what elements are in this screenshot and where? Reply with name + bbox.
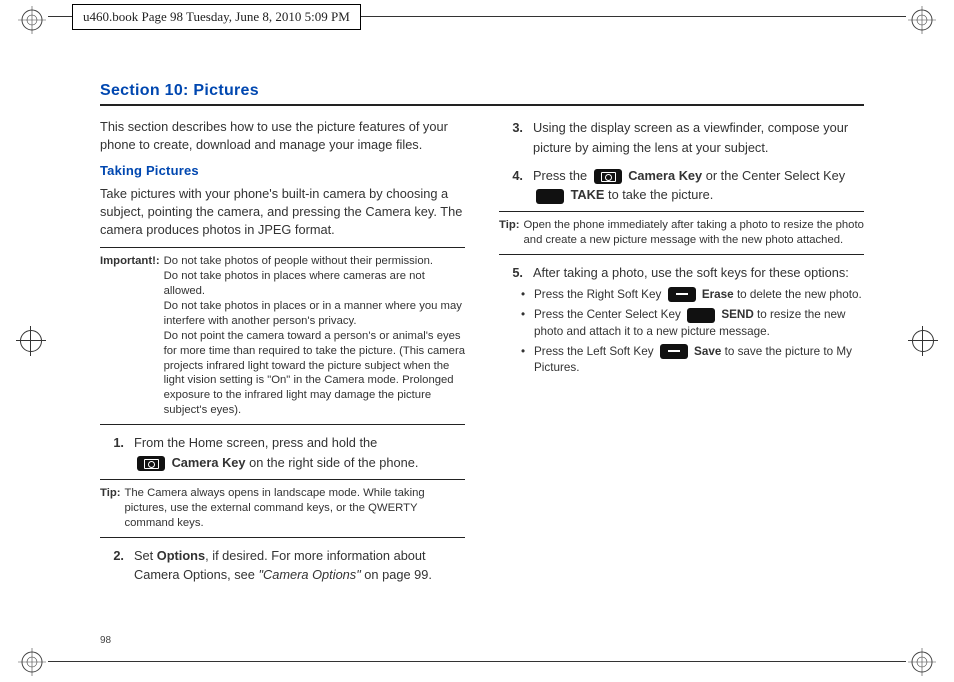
step-body: Press the Camera Key or the Center Selec… <box>533 166 845 206</box>
tip-body: Open the phone immediately after taking … <box>524 218 865 248</box>
page-header-meta: u460.book Page 98 Tuesday, June 8, 2010 … <box>72 4 361 30</box>
registration-mark-icon <box>908 6 936 34</box>
step-text: on the right side of the phone. <box>249 455 418 470</box>
camera-key-icon <box>594 169 622 184</box>
options-bullet-list: • Press the Right Soft Key Erase to dele… <box>521 287 864 377</box>
step-number: 3. <box>507 118 523 158</box>
step-number: 1. <box>108 433 124 473</box>
step-bold: Camera Key <box>172 455 246 470</box>
registration-mark-icon <box>18 6 46 34</box>
page-number: 98 <box>100 634 111 648</box>
bullet-bold: SEND <box>721 308 753 321</box>
important-line: Do not point the camera toward a person'… <box>164 329 465 418</box>
step-number: 2. <box>108 546 124 586</box>
taking-pictures-intro: Take pictures with your phone's built-in… <box>100 185 465 239</box>
tip-label: Tip: <box>100 486 121 531</box>
bullet-text: Press the Center Select Key <box>534 308 684 321</box>
list-item: • Press the Right Soft Key Erase to dele… <box>521 287 864 303</box>
select-key-icon <box>687 308 715 323</box>
bullet-text: Press the Right Soft Key <box>534 288 665 301</box>
bullet-bold: Save <box>694 345 721 358</box>
important-line: Do not take photos in places where camer… <box>164 269 465 299</box>
bullet-text: to delete the new photo. <box>737 288 862 301</box>
registration-mark-icon <box>908 648 936 676</box>
divider <box>499 254 864 255</box>
bullet-bold: Erase <box>702 288 734 301</box>
divider <box>499 211 864 212</box>
camera-key-icon <box>137 456 165 471</box>
softkey-icon <box>660 344 688 359</box>
step-bold: Camera Key <box>628 168 702 183</box>
step-number: 4. <box>507 166 523 206</box>
bottom-crop-rule <box>48 661 906 662</box>
divider <box>100 479 465 480</box>
step-text: or the Center Select Key <box>706 168 845 183</box>
step-bold: TAKE <box>571 187 605 202</box>
bullet-text: Press the Left Soft Key <box>534 345 657 358</box>
section-intro: This section describes how to use the pi… <box>100 118 465 154</box>
step-italic-ref: "Camera Options" <box>258 567 360 582</box>
subheading-taking-pictures: Taking Pictures <box>100 162 465 180</box>
bullet-dot-icon: • <box>521 287 526 303</box>
tip-body: The Camera always opens in landscape mod… <box>125 486 466 531</box>
tip-label: Tip: <box>499 218 520 248</box>
bullet-dot-icon: • <box>521 307 526 340</box>
section-rule <box>100 104 864 106</box>
tip-note: Tip: The Camera always opens in landscap… <box>100 486 465 531</box>
softkey-icon <box>668 287 696 302</box>
tip-note: Tip: Open the phone immediately after ta… <box>499 218 864 248</box>
registration-mark-icon <box>18 648 46 676</box>
list-item: • Press the Center Select Key SEND to re… <box>521 307 864 340</box>
important-note: Important!: Do not take photos of people… <box>100 254 465 418</box>
important-line: Do not take photos in places or in a man… <box>164 299 465 329</box>
step-number: 5. <box>507 263 523 283</box>
section-title: Section 10: Pictures <box>100 82 864 100</box>
step-2: 2. Set Options, if desired. For more inf… <box>108 546 465 586</box>
step-3: 3. Using the display screen as a viewfin… <box>507 118 864 158</box>
divider <box>100 424 465 425</box>
divider <box>100 537 465 538</box>
list-item: • Press the Left Soft Key Save to save t… <box>521 344 864 377</box>
step-body: Using the display screen as a viewfinder… <box>533 118 864 158</box>
select-key-icon <box>536 189 564 204</box>
important-body: Do not take photos of people without the… <box>164 254 465 418</box>
step-text: From the Home screen, press and hold the <box>134 435 377 450</box>
divider <box>100 247 465 248</box>
step-text: Press the <box>533 168 591 183</box>
important-label: Important!: <box>100 254 160 418</box>
step-body: After taking a photo, use the soft keys … <box>533 263 849 283</box>
step-body: Set Options, if desired. For more inform… <box>134 546 465 586</box>
step-1: 1. From the Home screen, press and hold … <box>108 433 465 473</box>
step-5: 5. After taking a photo, use the soft ke… <box>507 263 864 283</box>
step-bold: Options <box>157 548 205 563</box>
step-text: on page 99. <box>361 567 432 582</box>
bullet-dot-icon: • <box>521 344 526 377</box>
crop-target-icon <box>16 326 46 356</box>
step-text: to take the picture. <box>608 187 713 202</box>
left-column: This section describes how to use the pi… <box>100 118 465 589</box>
important-line: Do not take photos of people without the… <box>164 254 465 269</box>
step-text: Set <box>134 548 157 563</box>
step-4: 4. Press the Camera Key or the Center Se… <box>507 166 864 206</box>
step-body: From the Home screen, press and hold the… <box>134 433 418 473</box>
crop-target-icon <box>908 326 938 356</box>
right-column: 3. Using the display screen as a viewfin… <box>499 118 864 589</box>
